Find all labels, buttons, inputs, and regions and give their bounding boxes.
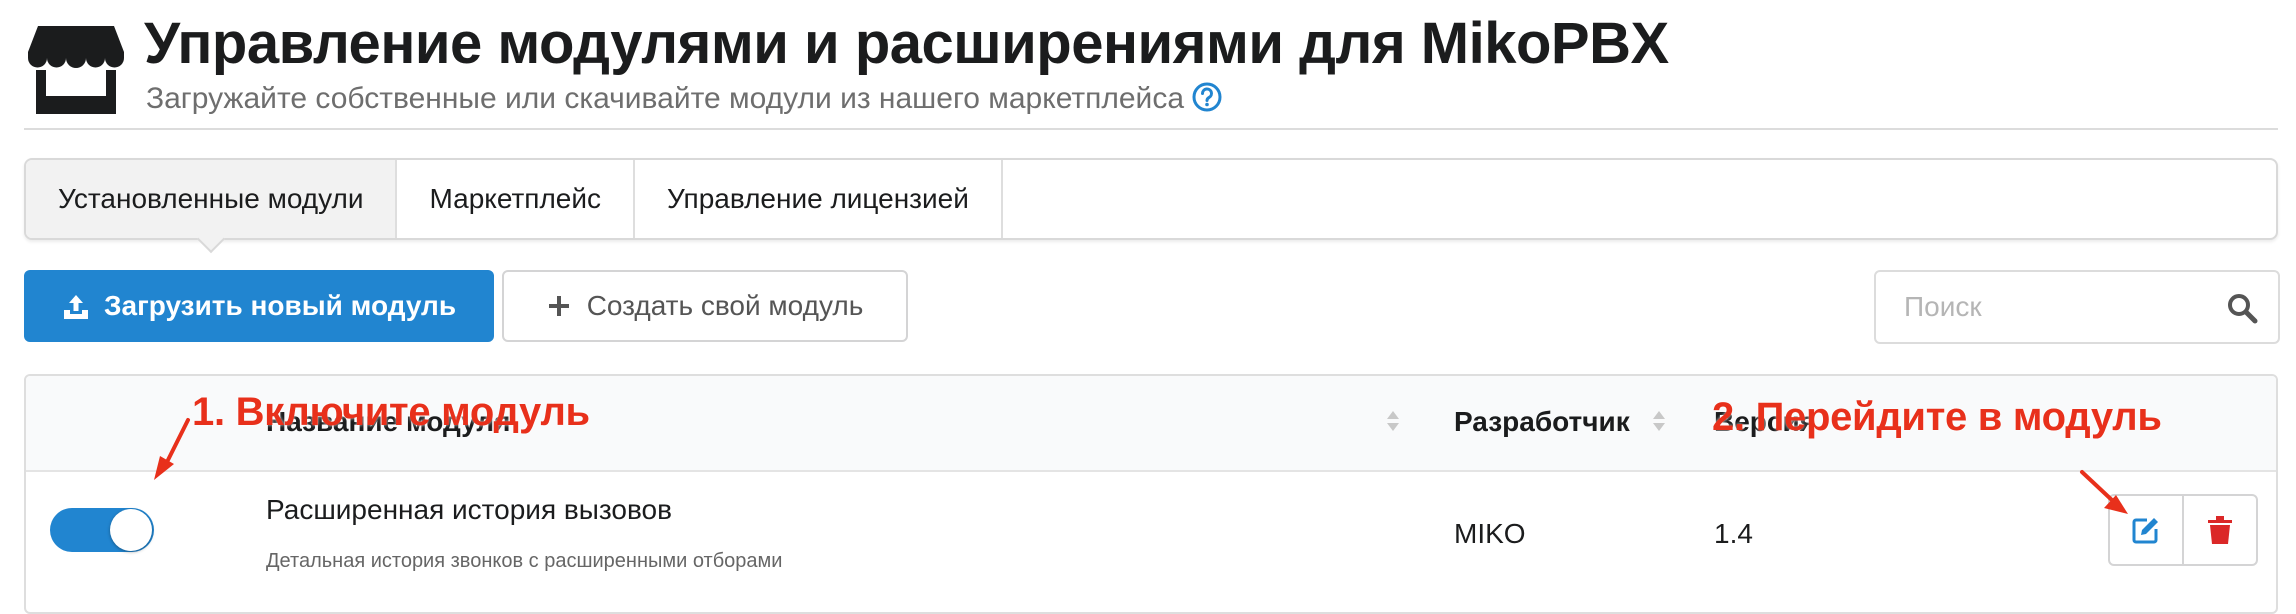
toggle-knob <box>110 509 152 551</box>
module-description: Детальная история звонков с расширенными… <box>266 550 783 572</box>
upload-module-label: Загрузить новый модуль <box>103 290 457 321</box>
tab-license-management[interactable]: Управление лицензией <box>635 160 1003 238</box>
sort-icon[interactable] <box>1652 410 1666 432</box>
subtitle-text: Загружайте собственные или скачивайте мо… <box>146 82 1185 115</box>
tab-marketplace[interactable]: Маркетплейс <box>397 160 636 238</box>
delete-module-button[interactable] <box>2182 496 2256 564</box>
annotation-step-1: 1. Включите модуль <box>192 390 590 434</box>
page-header: Управление модулями и расширениями для M… <box>24 8 2278 130</box>
annotation-arrow-2 <box>2080 470 2128 514</box>
search-box <box>1874 270 2280 344</box>
upload-module-button[interactable]: Загрузить новый модуль <box>24 270 494 342</box>
annotation-step-2: 2. Перейдите в модуль <box>1712 395 2162 439</box>
module-version: 1.4 <box>1714 518 1753 549</box>
trash-icon <box>2208 516 2232 544</box>
module-tabs: Установленные модули Маркетплейс Управле… <box>24 158 2278 240</box>
create-module-button[interactable]: Создать свой модуль <box>502 270 908 342</box>
table-row: Расширенная история вызовов Детальная ис… <box>26 470 2276 612</box>
edit-icon <box>2132 518 2158 544</box>
tab-installed-modules[interactable]: Установленные модули <box>26 160 398 238</box>
plus-icon <box>548 296 569 316</box>
module-developer: MIKO <box>1454 518 1526 549</box>
page-title: Управление модулями и расширениями для M… <box>144 11 1669 76</box>
help-icon[interactable] <box>1192 82 1222 112</box>
annotation-arrow-1 <box>154 418 190 480</box>
page-subtitle: Загружайте собственные или скачивайте мо… <box>146 82 1222 116</box>
search-input[interactable] <box>1902 290 2206 324</box>
column-developer-header[interactable]: Разработчик <box>1454 406 1630 438</box>
module-enable-toggle[interactable] <box>50 508 154 552</box>
module-name: Расширенная история вызовов <box>266 494 672 525</box>
upload-icon <box>63 295 88 319</box>
sort-icon[interactable] <box>1386 410 1400 432</box>
store-icon <box>28 26 124 114</box>
search-icon[interactable] <box>2226 292 2258 324</box>
create-module-label: Создать свой модуль <box>586 290 864 321</box>
